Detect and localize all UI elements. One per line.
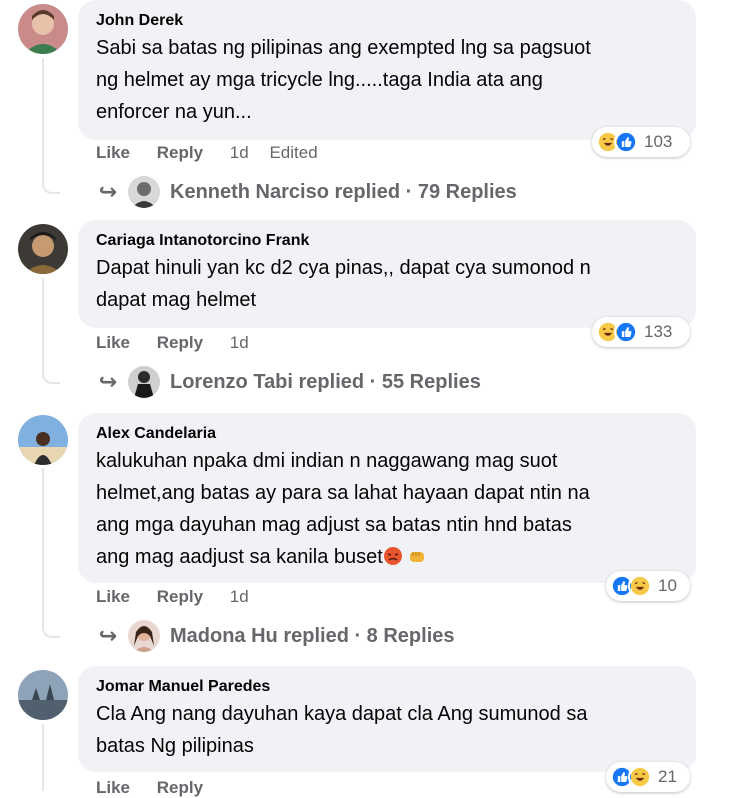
view-replies-link[interactable]: ↪ Kenneth Narciso replied · 79 Replies: [96, 176, 517, 208]
thread-elbow: [42, 366, 60, 384]
comment-line: ng helmet ay mga tricycle lng.....taga I…: [96, 69, 543, 91]
comment-line: ang mag aadjust sa kanila buset: [96, 541, 680, 573]
comment-timestamp[interactable]: 1d: [230, 587, 249, 606]
reply-arrow-icon: ↪: [98, 623, 118, 648]
thread-line: [42, 58, 44, 182]
reply-summary: Kenneth Narciso replied · 79 Replies: [170, 180, 517, 203]
comment-actions: Like Reply 1d: [96, 333, 265, 353]
comment-timestamp[interactable]: 1d: [230, 143, 249, 162]
comment-text: kalukuhan npaka dmi indian n naggawang m…: [96, 445, 680, 573]
comment-author[interactable]: Alex Candelaria: [96, 423, 680, 445]
reply-arrow-icon: ↪: [98, 369, 118, 394]
comment-author[interactable]: Cariaga Intanotorcino Frank: [96, 230, 680, 252]
reaction-summary[interactable]: 103: [592, 127, 690, 157]
like-reaction-icon: [614, 130, 638, 154]
reaction-count: 133: [644, 322, 673, 341]
comment-author[interactable]: John Derek: [96, 10, 680, 32]
edited-label[interactable]: Edited: [269, 143, 317, 162]
reply-avatar: [128, 176, 160, 208]
comment-line: kalukuhan npaka dmi indian n naggawang m…: [96, 450, 558, 472]
reaction-count: 103: [644, 132, 673, 151]
comment-bubble: Jomar Manuel Paredes Cla Ang nang dayuha…: [78, 666, 696, 772]
fist-emoji-icon: [407, 544, 427, 564]
comment-actions: Like Reply 1d: [96, 587, 265, 607]
reply-button[interactable]: Reply: [157, 143, 203, 162]
reply-arrow-icon: ↪: [98, 179, 118, 204]
comment-bubble: Cariaga Intanotorcino Frank Dapat hinuli…: [78, 220, 696, 328]
avatar[interactable]: [18, 670, 68, 720]
comment-line: Dapat hinuli yan kc d2 cya pinas,, dapat…: [96, 257, 591, 279]
comment-line: Sabi sa batas ng pilipinas ang exempted …: [96, 37, 591, 59]
comment-text: Sabi sa batas ng pilipinas ang exempted …: [96, 32, 680, 128]
comment-line-text: ang mag aadjust sa kanila buset: [96, 546, 383, 568]
like-button[interactable]: Like: [96, 333, 130, 352]
thread-line: [42, 468, 44, 626]
comment-line: dapat mag helmet: [96, 289, 257, 311]
comment-line: enforcer na yun...: [96, 101, 252, 123]
avatar[interactable]: [18, 224, 68, 274]
reaction-count: 10: [658, 576, 677, 595]
like-button[interactable]: Like: [96, 778, 130, 797]
comment-bubble: John Derek Sabi sa batas ng pilipinas an…: [78, 0, 696, 140]
comment-author[interactable]: Jomar Manuel Paredes: [96, 676, 680, 698]
reply-button[interactable]: Reply: [157, 778, 203, 797]
comment-line: ang mga dayuhan mag adjust sa batas ntin…: [96, 514, 572, 536]
reply-button[interactable]: Reply: [157, 587, 203, 606]
reaction-summary[interactable]: 10: [606, 571, 690, 601]
reply-button[interactable]: Reply: [157, 333, 203, 352]
comment-text: Cla Ang nang dayuhan kaya dapat cla Ang …: [96, 698, 680, 762]
like-button[interactable]: Like: [96, 587, 130, 606]
like-button[interactable]: Like: [96, 143, 130, 162]
reply-avatar: [128, 620, 160, 652]
angry-emoji-icon: [383, 544, 403, 565]
avatar[interactable]: [18, 4, 68, 54]
thread-line: [42, 278, 44, 372]
view-replies-link[interactable]: ↪ Lorenzo Tabi replied · 55 Replies: [96, 366, 481, 398]
comment-actions: Like Reply 1d Edited: [96, 143, 340, 163]
view-replies-link[interactable]: ↪ Madona Hu replied · 8 Replies: [96, 620, 455, 652]
reply-summary: Lorenzo Tabi replied · 55 Replies: [170, 370, 481, 393]
haha-reaction-icon: [628, 765, 652, 789]
comment-line: Cla Ang nang dayuhan kaya dapat cla Ang …: [96, 703, 588, 725]
comment-bubble: Alex Candelaria kalukuhan npaka dmi indi…: [78, 413, 696, 583]
comment-text: Dapat hinuli yan kc d2 cya pinas,, dapat…: [96, 252, 680, 316]
comment-timestamp[interactable]: 1d: [230, 333, 249, 352]
comment-line: batas Ng pilipinas: [96, 735, 254, 757]
reaction-summary[interactable]: 21: [606, 762, 690, 792]
thread-elbow: [42, 176, 60, 194]
like-reaction-icon: [614, 320, 638, 344]
thread-line: [42, 724, 44, 791]
thread-elbow: [42, 620, 60, 638]
reply-summary: Madona Hu replied · 8 Replies: [170, 624, 455, 647]
reply-avatar: [128, 366, 160, 398]
comment-actions: Like Reply: [96, 778, 225, 798]
reaction-count: 21: [658, 767, 677, 786]
comment-line: helmet,ang batas ay para sa lahat hayaan…: [96, 482, 590, 504]
avatar[interactable]: [18, 415, 68, 465]
haha-reaction-icon: [628, 574, 652, 598]
reaction-summary[interactable]: 133: [592, 317, 690, 347]
